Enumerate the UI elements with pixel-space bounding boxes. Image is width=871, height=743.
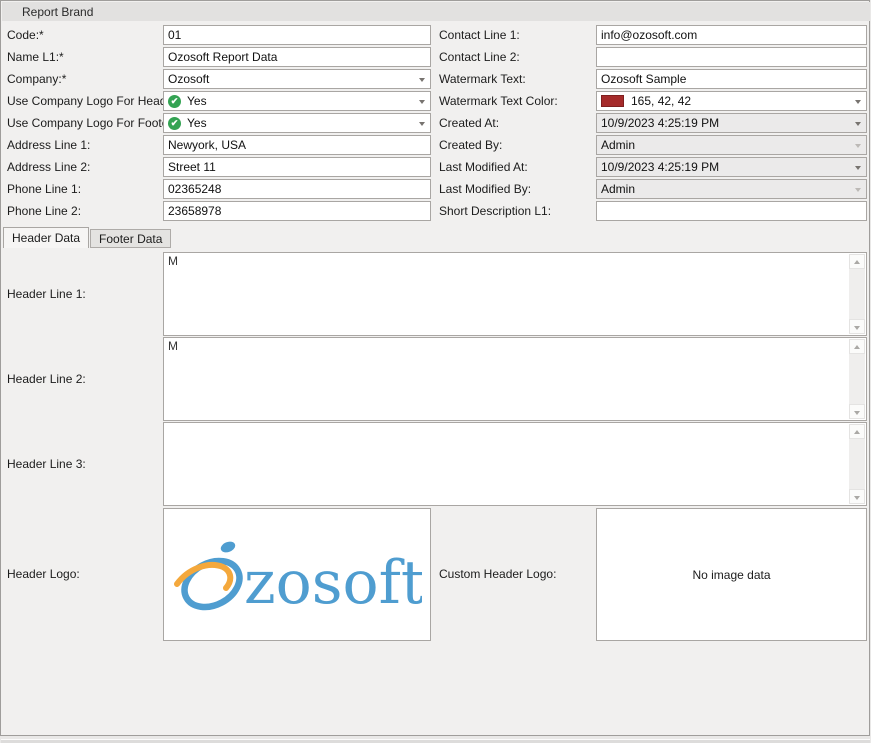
watermark-color-label: Watermark Text Color: <box>439 94 558 108</box>
scrollbar-down-icon[interactable] <box>849 319 865 334</box>
watermark-color-select[interactable]: 165, 42, 42 <box>596 91 867 111</box>
contact-line-1-label: Contact Line 1: <box>439 28 520 42</box>
created-at-label: Created At: <box>439 116 499 130</box>
chevron-down-icon[interactable] <box>855 100 861 104</box>
scrollbar[interactable] <box>849 254 865 334</box>
color-swatch <box>601 95 624 107</box>
watermark-text-input[interactable]: Ozosoft Sample <box>596 69 867 89</box>
no-image-placeholder: No image data <box>692 568 770 582</box>
contact-line-1-input[interactable]: info@ozosoft.com <box>596 25 867 45</box>
header-logo-label: Header Logo: <box>7 567 80 581</box>
scrollbar-up-icon[interactable] <box>849 254 865 269</box>
scrollbar-up-icon[interactable] <box>849 339 865 354</box>
ozosoft-logo-image: zosoft <box>174 537 422 615</box>
logo-text: zosoft <box>244 548 422 615</box>
header-logo-image[interactable]: zosoft <box>163 508 431 641</box>
custom-header-logo-label: Custom Header Logo: <box>439 567 556 581</box>
scrollbar[interactable] <box>849 339 865 419</box>
header-line-1-textarea[interactable]: M <box>163 252 867 336</box>
contact-line-2-label: Contact Line 2: <box>439 50 520 64</box>
chevron-down-icon <box>855 144 861 148</box>
scrollbar-up-icon[interactable] <box>849 424 865 439</box>
contact-line-2-input[interactable] <box>596 47 867 67</box>
custom-header-logo-image[interactable]: No image data <box>596 508 867 641</box>
report-brand-window: Report Brand Code:* 01 Name L1:* Ozosoft… <box>0 0 871 743</box>
scrollbar-down-icon[interactable] <box>849 489 865 504</box>
header-line-1-label: Header Line 1: <box>7 287 86 301</box>
header-line-3-textarea[interactable] <box>163 422 867 506</box>
watermark-text-label: Watermark Text: <box>439 72 526 86</box>
tab-header-data[interactable]: Header Data <box>3 227 89 248</box>
window-bottom-edge <box>1 739 870 743</box>
scrollbar[interactable] <box>849 424 865 504</box>
group-title: Report Brand <box>22 5 93 19</box>
short-description-input[interactable] <box>596 201 867 221</box>
created-at-picker[interactable]: 10/9/2023 4:25:19 PM <box>596 113 867 133</box>
scrollbar-down-icon[interactable] <box>849 404 865 419</box>
chevron-down-icon[interactable] <box>855 122 861 126</box>
tab-strip: Header Data Footer Data <box>3 227 171 248</box>
created-by-field: Admin <box>596 135 867 155</box>
chevron-down-icon <box>855 188 861 192</box>
header-line-2-textarea[interactable]: M <box>163 337 867 421</box>
header-line-2-label: Header Line 2: <box>7 372 86 386</box>
report-brand-panel: Report Brand Code:* 01 Name L1:* Ozosoft… <box>0 0 870 736</box>
chevron-down-icon[interactable] <box>855 166 861 170</box>
last-modified-by-label: Last Modified By: <box>439 182 531 196</box>
created-by-label: Created By: <box>439 138 502 152</box>
group-header: Report Brand <box>2 2 870 21</box>
last-modified-by-field: Admin <box>596 179 867 199</box>
last-modified-at-picker[interactable]: 10/9/2023 4:25:19 PM <box>596 157 867 177</box>
tab-footer-data[interactable]: Footer Data <box>90 229 171 248</box>
last-modified-at-label: Last Modified At: <box>439 160 528 174</box>
header-line-3-label: Header Line 3: <box>7 457 86 471</box>
short-description-label: Short Description L1: <box>439 204 551 218</box>
